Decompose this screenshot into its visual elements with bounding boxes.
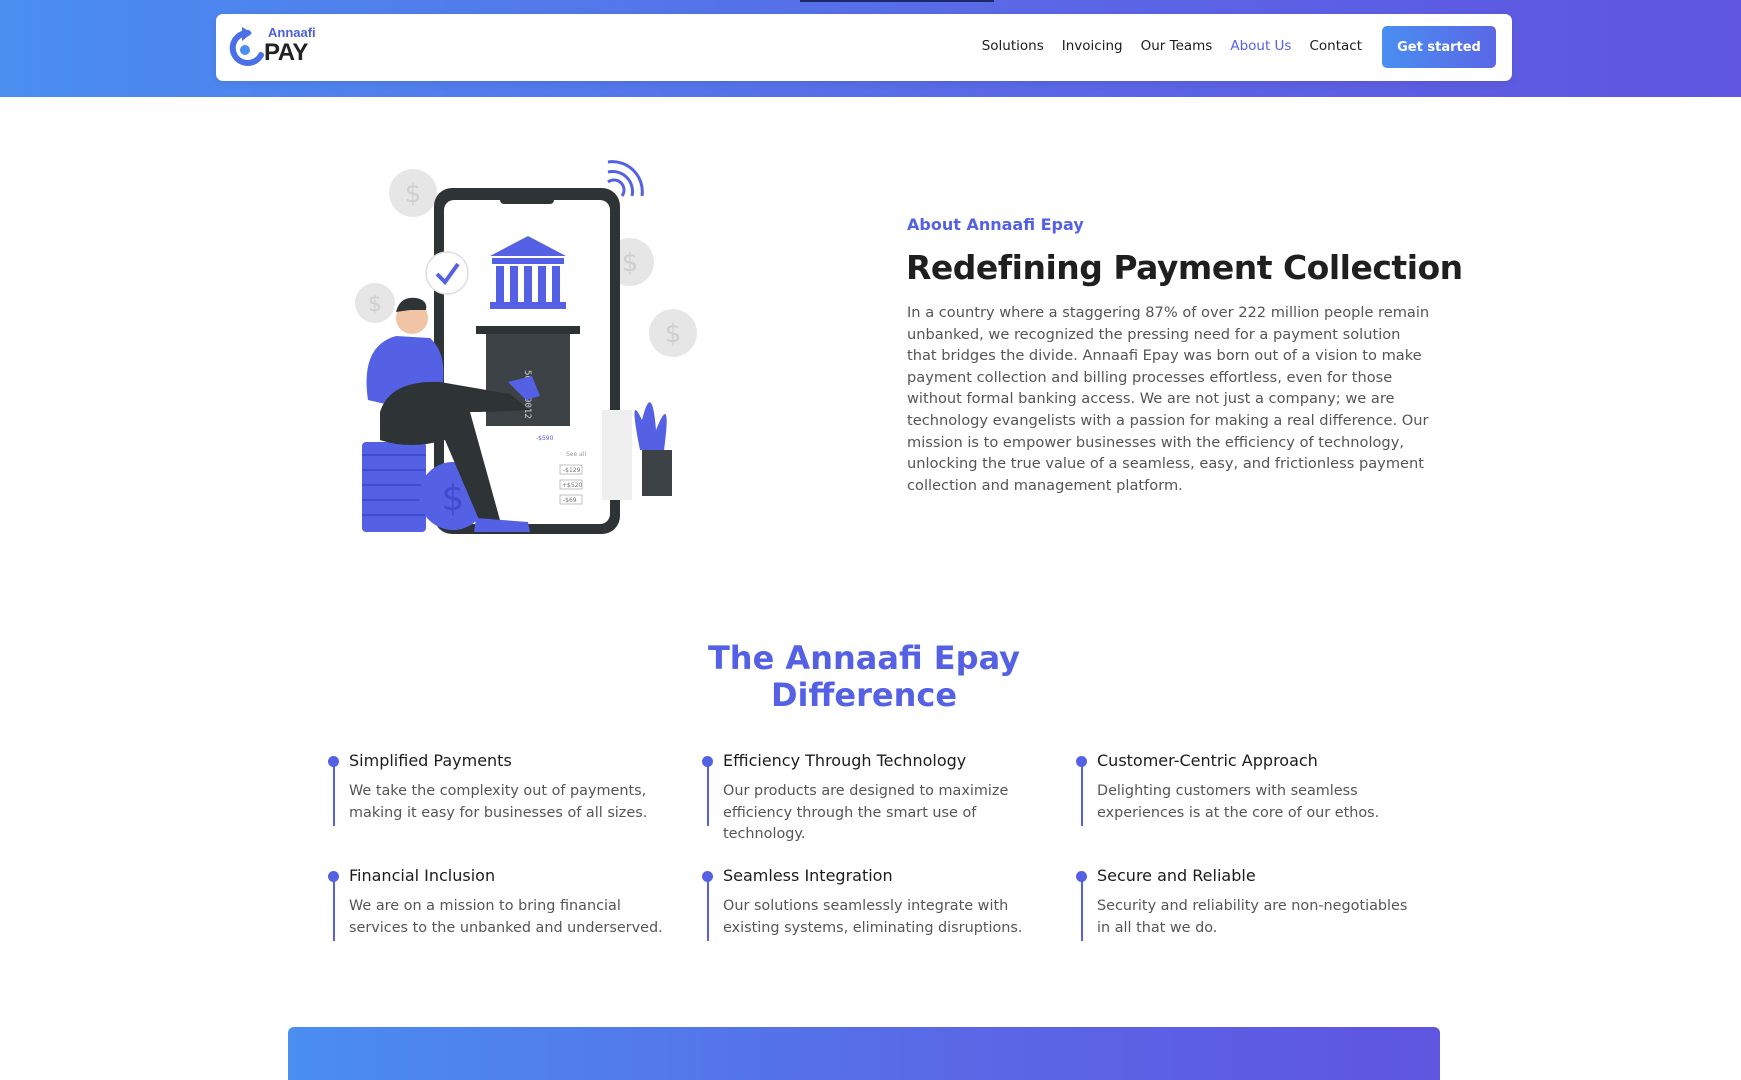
nav-link-solutions[interactable]: Solutions [982,38,1044,54]
feature-line [333,761,335,826]
feature-line [333,876,335,941]
feature-line [1081,876,1083,941]
top-accent-bar [800,0,994,2]
wifi-icon [607,160,644,197]
about-eyebrow: About Annaafi Epay [907,215,1084,234]
feature-dot-icon [1076,756,1087,767]
plant-leaves [634,402,667,450]
card-slot [476,326,580,334]
nav-link-our-teams[interactable]: Our Teams [1141,38,1213,54]
feature-dot-icon [702,756,713,767]
dollar-icon: $ [368,292,382,317]
feature-description: We take the complexity out of payments, … [349,783,648,821]
feature-title: Customer-Centric Approach [1097,751,1318,770]
feature-description: Our products are designed to maximize ef… [723,783,1009,842]
feature-title: Simplified Payments [349,751,512,770]
dollar-icon: $ [665,319,682,349]
amount-label: +$520 [562,482,582,489]
about-title: Redefining Payment Collection [906,248,1463,287]
feature-title: Efficiency Through Technology [723,751,967,770]
amount-label: -$590 [536,435,554,442]
feature-description: We are on a mission to bring financial s… [349,898,663,936]
logo-swirl-icon [229,27,264,66]
difference-title-line1: The Annaafi Epay [707,639,1021,677]
feature-description: Delighting customers with seamless exper… [1097,783,1380,821]
feature-dot-icon [328,871,339,882]
nav-link-contact[interactable]: Contact [1309,38,1362,54]
feature-dot-icon [1076,871,1087,882]
navbar: Annaafi PAY Solutions Invoicing Our Team… [216,14,1512,81]
check-bubble-icon [425,251,469,295]
amount-label: -$129 [563,467,581,474]
get-started-button[interactable]: Get started [1382,26,1496,68]
nav-links: Solutions Invoicing Our Teams About Us C… [982,38,1362,54]
dollar-icon: $ [622,248,639,278]
feature-line [707,876,709,941]
feature-line [1081,761,1083,826]
payment-illustration: $ $ $ $ 5678 9012 -$590 See all -$129 +$… [355,160,697,534]
difference-title-line2: Difference [770,676,958,714]
plant-pot [642,450,672,496]
feature-description: Our solutions seamlessly integrate with … [723,898,1023,936]
dollar-icon: $ [405,179,422,209]
feature-title: Seamless Integration [723,866,893,885]
difference-title: The Annaafi Epay Difference [620,640,1108,714]
feature-dot-icon [328,756,339,767]
feature-description: Security and reliability are non-negotia… [1097,898,1408,936]
nav-link-invoicing[interactable]: Invoicing [1062,38,1123,54]
feature-title: Secure and Reliable [1097,866,1256,885]
logo-text-top: Annaafi [268,25,316,40]
logo[interactable]: Annaafi PAY [228,25,328,71]
logo-text-bottom: PAY [264,39,308,66]
feature-line [707,761,709,826]
amount-label: -$69 [563,497,577,504]
about-body: In a country where a staggering 87% of o… [907,304,1430,494]
feature-title: Financial Inclusion [349,866,496,885]
svg-text:$: $ [442,478,465,519]
see-all-label: See all [566,451,586,458]
nav-link-about-us[interactable]: About Us [1230,38,1291,54]
cta-banner [288,1027,1440,1080]
feature-dot-icon [702,871,713,882]
